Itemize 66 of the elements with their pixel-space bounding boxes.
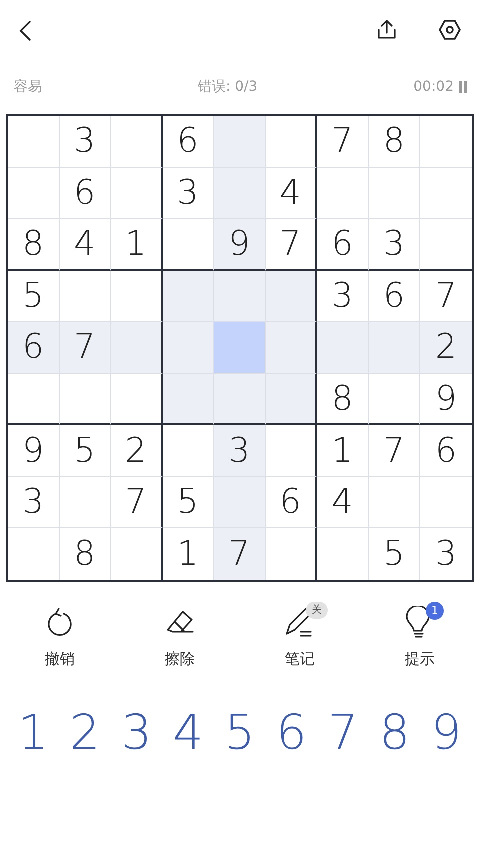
- sudoku-cell[interactable]: 3: [368, 219, 420, 271]
- number-key[interactable]: 8: [369, 704, 420, 762]
- sudoku-cell[interactable]: 6: [60, 168, 112, 220]
- tool-button[interactable]: 擦除: [120, 606, 240, 670]
- sudoku-cell[interactable]: 6: [317, 219, 369, 271]
- sudoku-cell[interactable]: 4: [266, 168, 318, 220]
- sudoku-cell[interactable]: 8: [317, 374, 369, 426]
- sudoku-cell[interactable]: 5: [60, 425, 112, 477]
- sudoku-cell[interactable]: [266, 425, 318, 477]
- sudoku-cell[interactable]: 3: [317, 270, 369, 322]
- timer: 00:02: [414, 78, 454, 96]
- sudoku-cell[interactable]: [111, 270, 163, 322]
- sudoku-cell[interactable]: 7: [111, 476, 163, 528]
- sudoku-cell[interactable]: 6: [162, 116, 214, 168]
- sudoku-cell[interactable]: 7: [266, 219, 318, 271]
- sudoku-cell[interactable]: 8: [8, 219, 60, 271]
- sudoku-cell[interactable]: [111, 116, 163, 168]
- number-key[interactable]: 5: [214, 704, 266, 762]
- number-key[interactable]: 2: [60, 704, 111, 762]
- sudoku-cell[interactable]: [111, 322, 163, 374]
- number-key[interactable]: 9: [421, 704, 472, 762]
- mistake-counter: 错误: 0/3: [198, 78, 258, 96]
- sudoku-cell[interactable]: 7: [368, 425, 420, 477]
- sudoku-cell[interactable]: 3: [162, 168, 214, 220]
- sudoku-cell[interactable]: 8: [60, 528, 112, 580]
- sudoku-cell[interactable]: [266, 322, 318, 374]
- number-key[interactable]: 6: [266, 704, 318, 762]
- sudoku-cell[interactable]: 3: [214, 425, 266, 477]
- sudoku-cell[interactable]: [111, 374, 163, 426]
- settings-button[interactable]: [438, 18, 462, 42]
- difficulty-label: 容易: [14, 78, 42, 96]
- sudoku-cell[interactable]: 7: [317, 116, 369, 168]
- sudoku-cell[interactable]: 5: [162, 476, 214, 528]
- toggle-badge: 关: [306, 602, 328, 619]
- sudoku-cell[interactable]: 9: [214, 219, 266, 271]
- number-key[interactable]: 1: [8, 704, 59, 762]
- number-key[interactable]: 7: [318, 704, 369, 762]
- sudoku-cell[interactable]: 7: [214, 528, 266, 580]
- sudoku-cell[interactable]: 3: [60, 116, 112, 168]
- sudoku-cell[interactable]: 1: [111, 219, 163, 271]
- sudoku-cell[interactable]: 2: [420, 322, 472, 374]
- sudoku-cell[interactable]: 4: [60, 219, 112, 271]
- share-button[interactable]: [376, 19, 398, 41]
- pause-button[interactable]: [458, 80, 468, 94]
- sudoku-cell[interactable]: 1: [317, 425, 369, 477]
- sudoku-cell[interactable]: 2: [111, 425, 163, 477]
- sudoku-cell[interactable]: 6: [8, 322, 60, 374]
- count-badge: 1: [426, 602, 444, 620]
- sudoku-cell[interactable]: 5: [8, 270, 60, 322]
- sudoku-cell[interactable]: 7: [60, 322, 112, 374]
- number-key[interactable]: 3: [111, 704, 162, 762]
- sudoku-cell[interactable]: 7: [420, 270, 472, 322]
- tool-button[interactable]: 撤销: [0, 606, 120, 670]
- sudoku-cell[interactable]: 1: [162, 528, 214, 580]
- sudoku-cell[interactable]: 6: [368, 270, 420, 322]
- sudoku-cell[interactable]: 9: [8, 425, 60, 477]
- sudoku-cell[interactable]: 3: [8, 476, 60, 528]
- sudoku-cell[interactable]: [266, 374, 318, 426]
- sudoku-cell[interactable]: [266, 116, 318, 168]
- back-button[interactable]: [18, 20, 32, 42]
- sudoku-cell[interactable]: 6: [266, 476, 318, 528]
- number-key[interactable]: 4: [162, 704, 214, 762]
- sudoku-cell[interactable]: [266, 270, 318, 322]
- sudoku-cell[interactable]: 8: [368, 116, 420, 168]
- sudoku-cell[interactable]: [111, 168, 163, 220]
- sudoku-cell[interactable]: 4: [317, 476, 369, 528]
